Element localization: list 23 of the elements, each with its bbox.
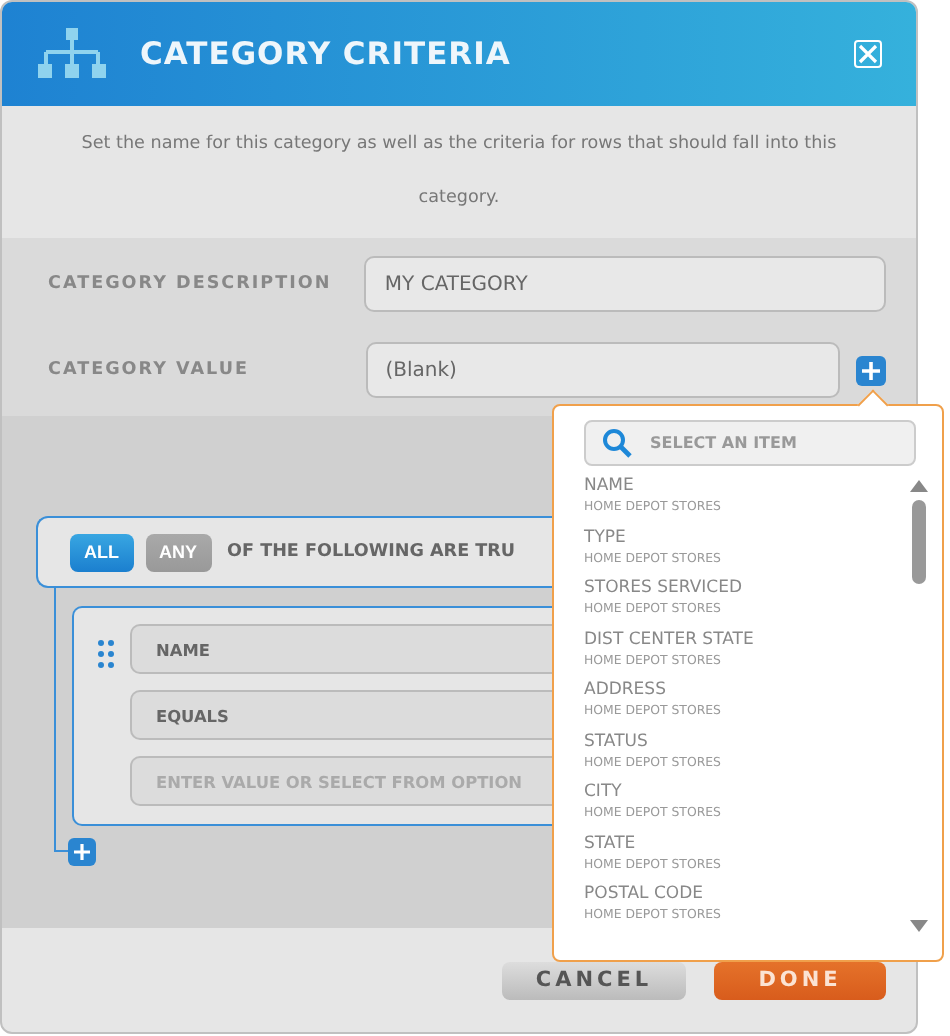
scrollbar-thumb[interactable] (912, 500, 926, 584)
scroll-up-icon[interactable] (910, 480, 928, 492)
add-button[interactable] (856, 355, 886, 385)
scroll-down-icon[interactable] (910, 920, 928, 932)
mode-toggle[interactable]: ANY (145, 533, 212, 571)
add-condition-button[interactable] (68, 838, 96, 866)
drag-handle-icon[interactable] (98, 640, 114, 668)
text-field[interactable]: (Blank) (365, 342, 841, 398)
done-button[interactable]: DONE (714, 961, 886, 999)
cancel-button[interactable]: CANCEL (502, 961, 686, 999)
search-field[interactable]: SELECT AN ITEM (584, 420, 916, 466)
dialog-description: Set the name for this category as well as the criteria for rows that should fall into this category. (79, 132, 839, 212)
field-label: CATEGORY DESCRIPTION (48, 274, 334, 294)
search-icon (602, 428, 632, 458)
close-button[interactable] (854, 40, 882, 68)
text-field[interactable]: MY CATEGORY (364, 256, 886, 312)
hierarchy-icon (36, 28, 108, 80)
plus-icon (74, 844, 90, 860)
dialog-title: CATEGORY CRITERIA (140, 36, 513, 72)
plus-icon (862, 361, 881, 379)
field-label: CATEGORY VALUE (48, 360, 251, 380)
criteria-label: OF THE FOLLOWING ARE TRU (227, 542, 516, 562)
mode-toggle[interactable]: ALL (70, 533, 133, 571)
